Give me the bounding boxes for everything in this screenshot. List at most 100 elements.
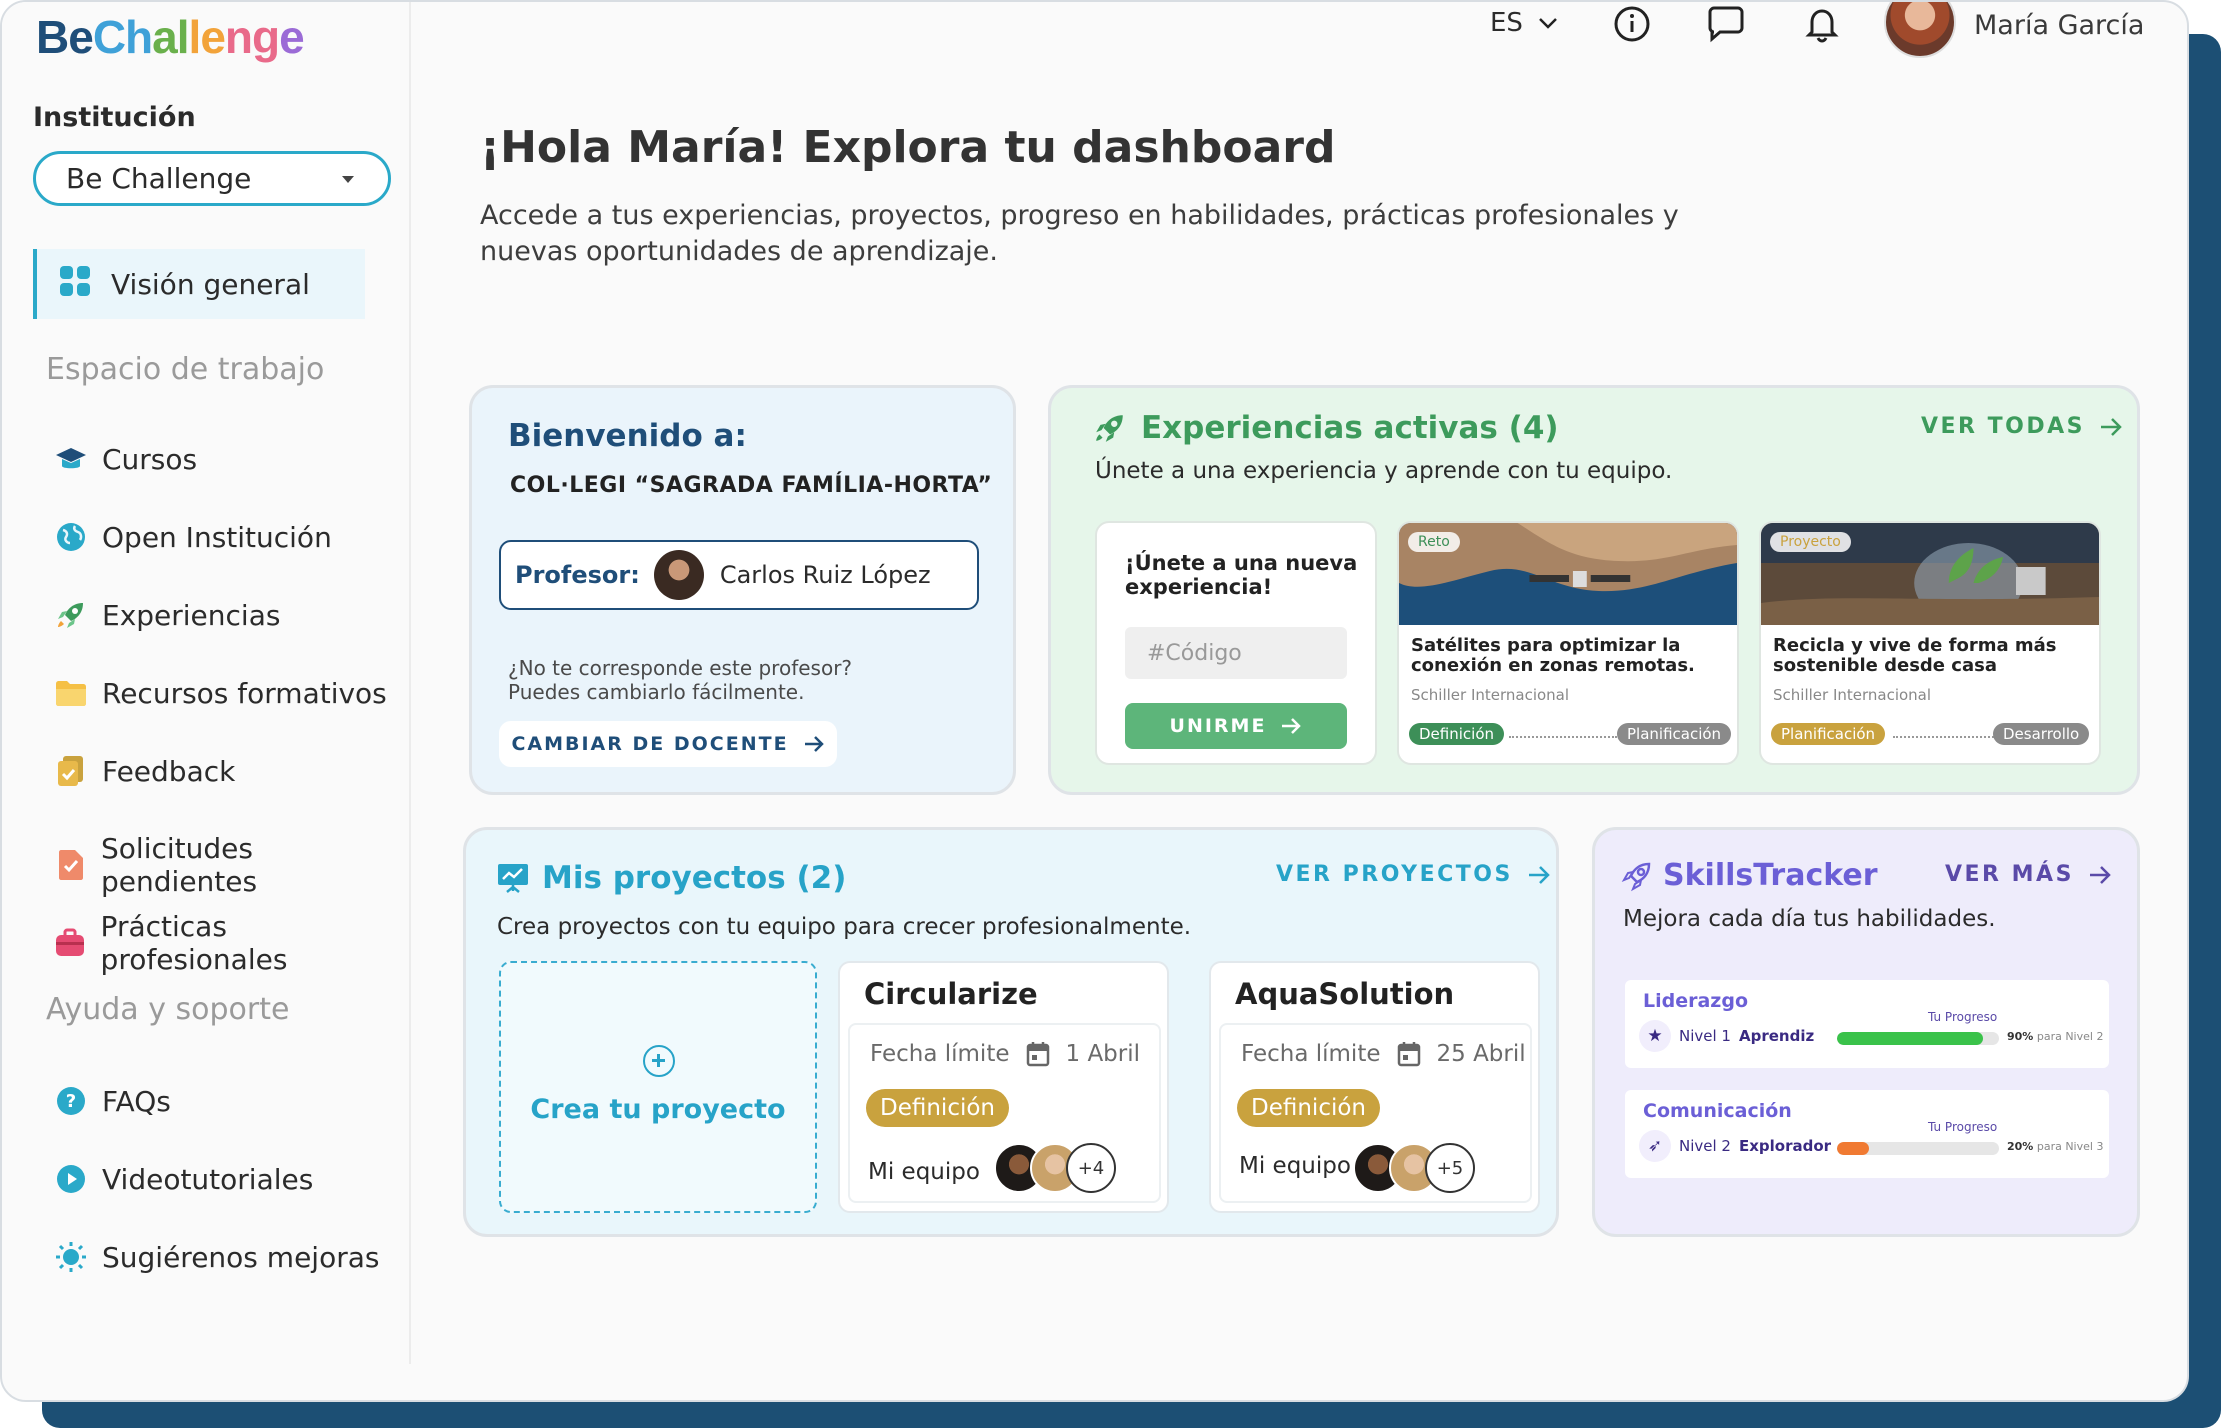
project-name: Circularize [864,977,1038,1011]
progress-label: Tu Progreso [1928,1120,1998,1134]
folder-icon [54,676,88,710]
deadline-label: Fecha límite [870,1041,1010,1067]
change-teacher-button[interactable]: CAMBIAR DE DOCENTE [499,721,837,767]
sidebar-item-open-institution[interactable]: Open Institución [54,520,332,554]
rocket-badge-icon: ➶ [1639,1130,1671,1162]
code-input[interactable]: #Código [1125,627,1347,679]
sidebar-item-label: Videotutoriales [102,1162,314,1196]
globe-icon [54,520,88,554]
teacher-name: Carlos Ruiz López [719,561,931,589]
sidebar-item-suggestions[interactable]: Sugiérenos mejoras [54,1240,379,1274]
experience-card[interactable]: Proyecto Recicla y vive de forma más sos… [1759,521,2101,765]
skills-tracker-card: SkillsTracker VER MÁS Mejora cada día tu… [1592,827,2140,1237]
briefcase-icon [54,926,87,960]
institution-select[interactable]: Be Challenge [33,151,391,206]
more-members-badge: +4 [1066,1143,1116,1193]
project-card[interactable]: AquaSolution Fecha límite 25 Abril Defin… [1209,961,1540,1213]
sidebar-item-courses[interactable]: Cursos [54,442,197,476]
join-experience-box: ¡Únete a una nueva experiencia! #Código … [1095,521,1377,765]
experience-tag: Proyecto [1770,532,1851,552]
projects-subtitle: Crea proyectos con tu equipo para crecer… [497,914,1192,940]
clipboard-icon [54,754,88,788]
help-section-title: Ayuda y soporte [46,992,290,1027]
experience-title: Satélites para optimizar la conexión en … [1411,635,1695,676]
page-title: ¡Hola María! Explora tu dashboard [480,122,1336,173]
sidebar-item-videotutorials[interactable]: Videotutoriales [54,1162,313,1196]
question-icon: ? [54,1084,88,1118]
experience-title: Recicla y vive de forma más sostenible d… [1773,635,2057,676]
grid-icon [59,265,91,304]
chevron-down-icon [1539,18,1557,29]
sidebar-item-label: Feedback [102,754,236,788]
arrow-right-icon [1282,718,1302,734]
sidebar-item-faqs[interactable]: ? FAQs [54,1084,171,1118]
team-avatars[interactable]: +4 [994,1143,1116,1193]
skill-level: ★ Nivel 1 Aprendiz [1639,1020,1814,1052]
rocket-icon [54,598,88,632]
skill-row[interactable]: Liderazgo ★ Nivel 1 Aprendiz Tu Progreso… [1625,980,2109,1068]
level-name: Explorador [1738,1137,1832,1155]
link-label: VER MÁS [1945,862,2074,887]
sidebar-item-label: Sugiérenos mejoras [102,1240,380,1274]
create-project-label: Crea tu proyecto [530,1094,786,1125]
language-selector[interactable]: ES [1490,8,1559,38]
view-projects-link[interactable]: VER PROYECTOS [1276,862,1551,887]
sidebar-item-label: Prácticas profesionales [100,910,288,976]
sidebar-item-resources[interactable]: Recursos formativos [54,676,387,710]
sidebar-item-label: Open Institución [102,520,332,554]
level-prefix: Nivel 2 [1679,1137,1731,1155]
workspace-section-title: Espacio de trabajo [46,352,325,387]
sidebar-item-overview[interactable]: Visión general [33,249,365,319]
sidebar-item-label: Recursos formativos [102,676,387,710]
sidebar: BeChallenge Institución Be Challenge Vis… [2,2,411,1364]
view-more-link[interactable]: VER MÁS [1945,862,2112,887]
experience-card[interactable]: Reto Satélites para optimizar la conexió… [1397,521,1739,765]
project-details: Fecha límite 1 Abril Definición Mi equip… [848,1023,1161,1203]
team-label: Mi equipo [1239,1153,1351,1179]
institution-value: Be Challenge [66,162,252,195]
deadline-value: 25 Abril [1436,1041,1526,1067]
brand-logo[interactable]: BeChallenge [36,10,305,64]
page-subtitle: Accede a tus experiencias, proyectos, pr… [480,200,1679,267]
team-avatars[interactable]: +5 [1353,1143,1475,1193]
arrow-right-icon [1528,865,1550,884]
experience-tag: Reto [1408,532,1460,552]
play-icon [54,1162,88,1196]
teacher-note-line: ¿No te corresponde este profesor? [508,656,853,680]
percent-value: 20% [2007,1140,2034,1153]
teacher-avatar [653,550,704,600]
avatar[interactable] [1884,2,1956,58]
active-experiences-card: Experiencias activas (4) Únete a una exp… [1048,385,2140,795]
language-value: ES [1490,8,1523,38]
button-label: CAMBIAR DE DOCENTE [511,733,789,755]
stage-badge: Definición [1237,1089,1380,1127]
skill-progress-bar [1837,1142,1999,1155]
join-button[interactable]: UNIRME [1125,703,1347,749]
rocket-icon [1096,415,1123,442]
chat-icon[interactable] [1706,4,1746,44]
sidebar-item-internships[interactable]: Prácticas profesionales [54,910,409,976]
team-label: Mi equipo [868,1159,980,1185]
arrow-right-icon [2089,865,2111,884]
skill-row[interactable]: Comunicación ➶ Nivel 2 Explorador Tu Pro… [1625,1090,2109,1178]
join-title: ¡Únete a una nueva experiencia! [1125,551,1358,599]
skills-subtitle: Mejora cada día tus habilidades. [1623,906,1996,932]
link-label: VER TODAS [1921,414,2085,439]
school-name: COL·LEGI “SAGRADA FAMÍLIA-HORTA” [510,473,993,498]
percent-value: 90% [2007,1030,2034,1043]
create-project-button[interactable]: Crea tu proyecto [499,961,817,1213]
project-card[interactable]: Circularize Fecha límite 1 Abril Definic… [838,961,1169,1213]
stage-connector [1893,736,2001,738]
sidebar-item-label: Visión general [111,267,310,301]
sidebar-item-feedback[interactable]: Feedback [54,754,235,788]
sidebar-item-experiences[interactable]: Experiencias [54,598,280,632]
sidebar-item-label: Experiencias [102,598,281,632]
sidebar-item-pending-requests[interactable]: Solicitudes pendientes [54,832,409,898]
sidebar-item-label: Solicitudes pendientes [101,832,258,898]
skill-progress-fill [1837,1142,1870,1155]
user-name[interactable]: María García [1974,10,2144,41]
skill-name: Comunicación [1643,1100,1792,1122]
info-icon[interactable] [1612,4,1652,44]
bell-icon[interactable] [1802,4,1842,44]
view-all-link[interactable]: VER TODAS [1921,414,2123,439]
